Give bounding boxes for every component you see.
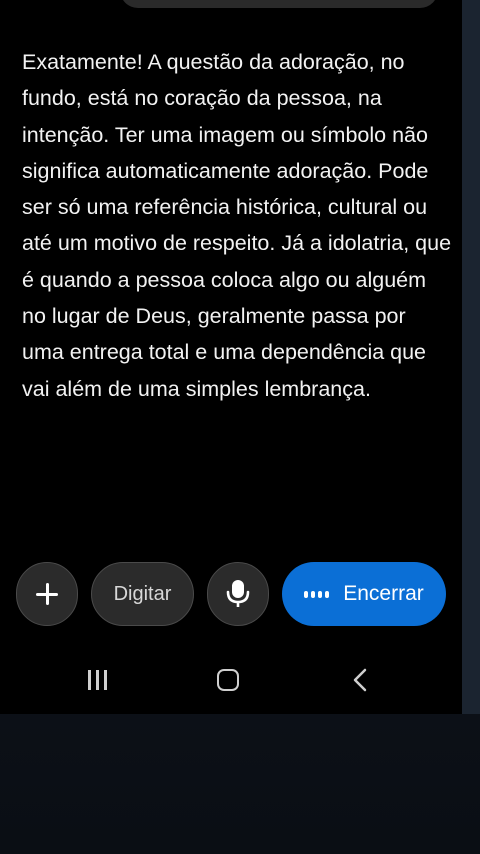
top-input-pill[interactable] <box>120 0 438 8</box>
microphone-icon <box>226 580 250 607</box>
microphone-button[interactable] <box>207 562 269 626</box>
back-icon[interactable] <box>350 668 370 692</box>
type-button[interactable]: Digitar <box>91 562 194 626</box>
end-call-label: Encerrar <box>343 582 424 605</box>
home-icon[interactable] <box>217 669 239 691</box>
add-button[interactable] <box>16 562 78 626</box>
background-edge <box>462 0 480 714</box>
voice-wave-icon <box>304 590 330 598</box>
end-call-button[interactable]: Encerrar <box>282 562 446 626</box>
assistant-message: Exatamente! A questão da adoração, no fu… <box>22 50 452 401</box>
recent-apps-icon[interactable] <box>86 670 110 690</box>
system-navigation-bar <box>0 648 462 708</box>
app-screen: Exatamente! A questão da adoração, no fu… <box>0 0 462 714</box>
type-button-label: Digitar <box>113 582 172 605</box>
background-area <box>0 714 480 854</box>
